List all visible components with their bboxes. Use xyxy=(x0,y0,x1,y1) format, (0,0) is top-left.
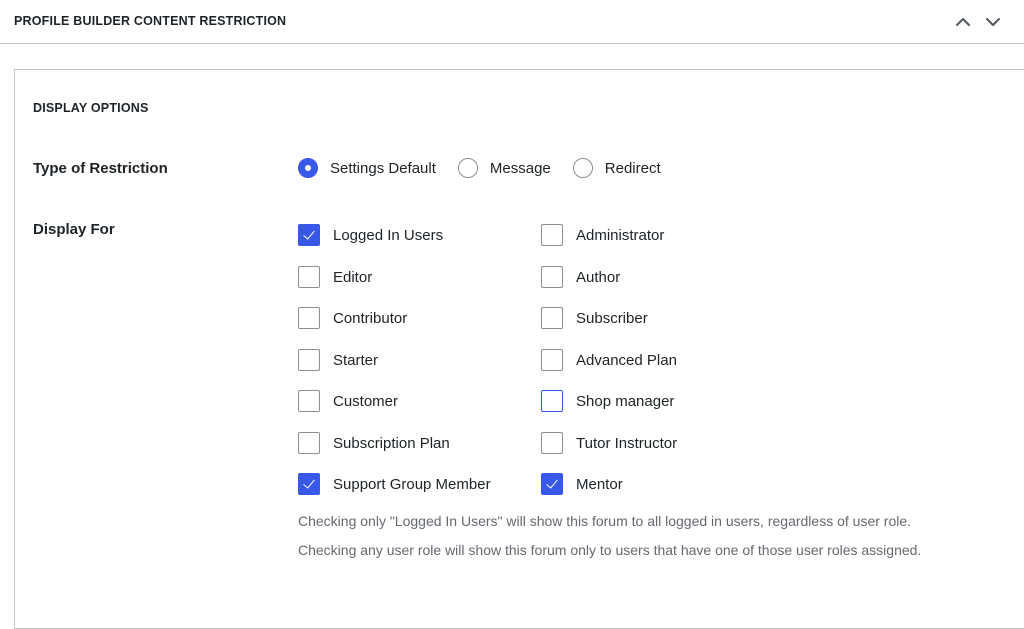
checkbox-tutor-instructor[interactable]: Tutor Instructor xyxy=(541,431,677,455)
checkbox-box[interactable] xyxy=(298,266,320,288)
checkbox-box[interactable] xyxy=(298,390,320,412)
checkbox-label: Contributor xyxy=(333,309,408,327)
checkbox-starter[interactable]: Starter xyxy=(298,348,378,372)
checkbox-administrator[interactable]: Administrator xyxy=(541,223,664,247)
radio-redirect[interactable]: Redirect xyxy=(572,158,661,178)
checkbox-box[interactable] xyxy=(298,224,320,246)
checkbox-label: Editor xyxy=(333,268,373,286)
checkbox-label: Customer xyxy=(333,392,399,410)
radio-label: Message xyxy=(489,159,551,177)
checkbox-logged-in-users[interactable]: Logged In Users xyxy=(298,223,443,247)
checkbox-box[interactable] xyxy=(298,307,320,329)
checkbox-editor[interactable]: Editor xyxy=(298,265,372,289)
move-down-button[interactable] xyxy=(981,10,1005,34)
help-text-user-role: Checking any user role will show this fo… xyxy=(298,542,922,558)
checkbox-label: Shop manager xyxy=(576,392,675,410)
checkbox-label: Administrator xyxy=(576,226,665,244)
checkbox-author[interactable]: Author xyxy=(541,265,620,289)
checkbox-label: Starter xyxy=(333,351,379,369)
radio-button[interactable] xyxy=(298,158,318,178)
checkbox-box[interactable] xyxy=(541,224,563,246)
radio-button[interactable] xyxy=(572,158,593,178)
section-title: DISPLAY OPTIONS xyxy=(33,101,149,115)
checkbox-label: Logged In Users xyxy=(333,226,444,244)
radio-settings-default[interactable]: Settings Default xyxy=(298,158,436,178)
checkbox-shop-manager[interactable]: Shop manager xyxy=(541,389,674,413)
checkbox-label: Advanced Plan xyxy=(576,351,677,369)
display-for-label: Display For xyxy=(33,221,115,238)
radio-button[interactable] xyxy=(457,158,478,178)
restriction-type-radio-group: Settings Default Message Redirect xyxy=(298,156,683,180)
radio-label: Settings Default xyxy=(330,159,436,177)
checkbox-box[interactable] xyxy=(541,473,563,495)
checkbox-label: Subscriber xyxy=(576,309,648,327)
checkbox-box[interactable] xyxy=(541,266,563,288)
move-up-button[interactable] xyxy=(951,10,975,34)
checkbox-label: Subscription Plan xyxy=(333,434,450,452)
checkbox-support-group-member[interactable]: Support Group Member xyxy=(298,472,491,496)
type-of-restriction-label: Type of Restriction xyxy=(33,160,168,177)
checkbox-advanced-plan[interactable]: Advanced Plan xyxy=(541,348,677,372)
metabox-title: PROFILE BUILDER CONTENT RESTRICTION xyxy=(14,14,287,28)
radio-label: Redirect xyxy=(604,159,661,177)
chevron-up-icon xyxy=(956,18,970,26)
checkbox-box[interactable] xyxy=(298,473,320,495)
help-text-logged-in: Checking only "Logged In Users" will sho… xyxy=(298,513,912,529)
checkbox-box[interactable] xyxy=(541,432,563,454)
checkbox-box[interactable] xyxy=(541,349,563,371)
checkbox-subscriber[interactable]: Subscriber xyxy=(541,306,648,330)
checkbox-label: Author xyxy=(576,268,621,286)
radio-message[interactable]: Message xyxy=(457,158,551,178)
chevron-down-icon xyxy=(986,18,1000,26)
checkbox-box[interactable] xyxy=(541,390,563,412)
checkbox-customer[interactable]: Customer xyxy=(298,389,398,413)
checkbox-subscription-plan[interactable]: Subscription Plan xyxy=(298,431,450,455)
checkbox-box[interactable] xyxy=(298,349,320,371)
metabox-header: PROFILE BUILDER CONTENT RESTRICTION xyxy=(0,0,1024,44)
checkbox-box[interactable] xyxy=(541,307,563,329)
checkbox-label: Tutor Instructor xyxy=(576,434,678,452)
checkbox-label: Support Group Member xyxy=(333,475,491,493)
checkbox-box[interactable] xyxy=(298,432,320,454)
checkbox-contributor[interactable]: Contributor xyxy=(298,306,407,330)
checkbox-mentor[interactable]: Mentor xyxy=(541,472,623,496)
checkbox-label: Mentor xyxy=(576,475,623,493)
